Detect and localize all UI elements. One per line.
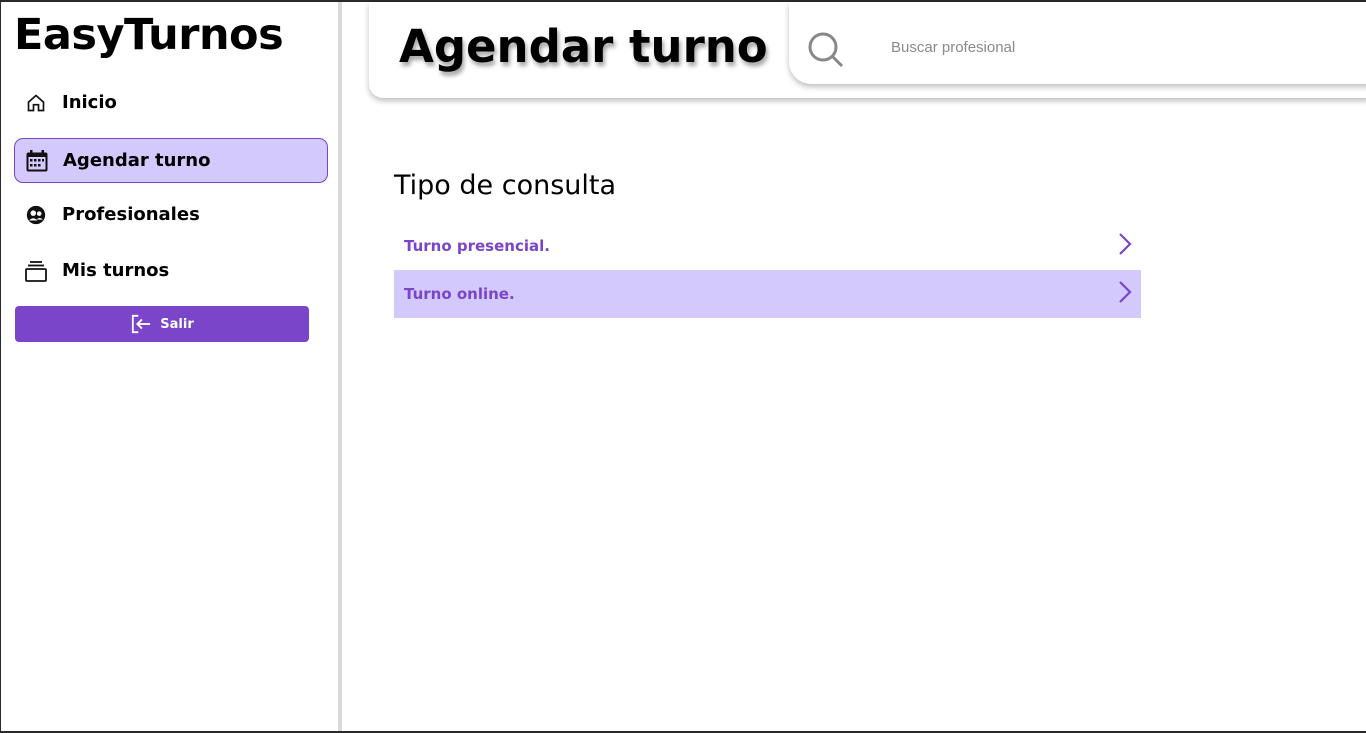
chevron-right-icon xyxy=(1117,231,1133,261)
sidebar-item-label: Profesionales xyxy=(62,204,200,225)
logout-button[interactable]: Salir xyxy=(15,306,309,342)
section-title: Tipo de consulta xyxy=(394,170,617,201)
search-input[interactable] xyxy=(889,38,1293,57)
sidebar-item-agendar-turno[interactable]: Agendar turno xyxy=(14,138,328,183)
logout-icon xyxy=(130,314,152,334)
sidebar-item-profesionales[interactable]: Profesionales xyxy=(14,192,328,237)
sidebar-item-label: Inicio xyxy=(62,92,117,113)
logout-label: Salir xyxy=(160,316,194,332)
app-logo: EasyTurnos xyxy=(14,10,284,60)
search-icon[interactable] xyxy=(807,31,845,74)
option-label: Turno presencial. xyxy=(404,237,550,255)
chevron-right-icon xyxy=(1117,279,1133,309)
search-bar xyxy=(789,2,1366,84)
stack-icon xyxy=(24,259,48,283)
sidebar-item-inicio[interactable]: Inicio xyxy=(14,80,328,125)
calendar-icon xyxy=(25,149,49,173)
option-label: Turno online. xyxy=(404,285,515,303)
home-icon xyxy=(24,91,48,115)
sidebar-item-mis-turnos[interactable]: Mis turnos xyxy=(14,248,328,293)
sidebar-item-label: Agendar turno xyxy=(63,150,211,171)
option-turno-presencial[interactable]: Turno presencial. xyxy=(394,222,1141,270)
sidebar-item-label: Mis turnos xyxy=(62,260,170,281)
option-turno-online[interactable]: Turno online. xyxy=(394,270,1141,318)
page-title: Agendar turno xyxy=(399,20,768,73)
user-circle-icon xyxy=(24,203,48,227)
sidebar: EasyTurnos Inicio Agendar turno Profesio… xyxy=(1,2,342,731)
